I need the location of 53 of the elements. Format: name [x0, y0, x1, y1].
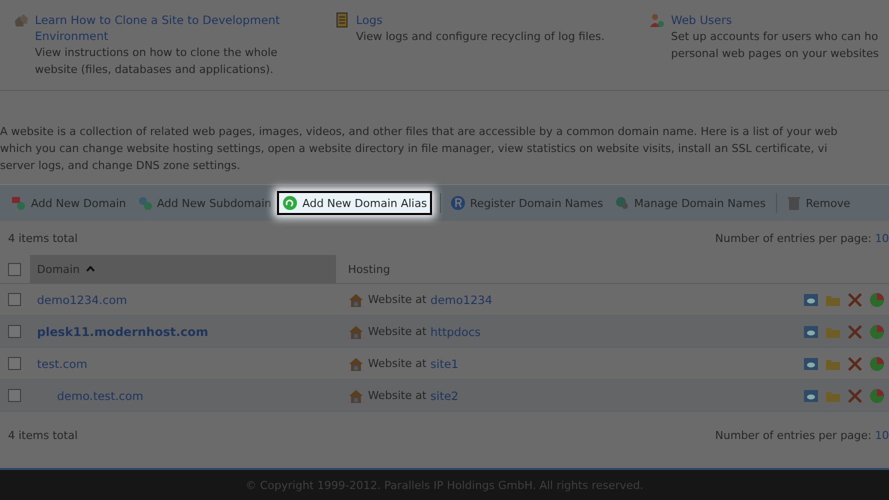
task-link[interactable]: Web Users: [671, 12, 879, 28]
row-checkbox[interactable]: [8, 357, 21, 370]
letter-r-icon: [450, 195, 466, 211]
pie-chart-icon: [869, 356, 885, 372]
column-header[interactable]: Hosting: [336, 255, 889, 283]
pie-chart-icon: [869, 388, 885, 404]
task-description: View logs and configure recycling of log files.: [356, 29, 605, 45]
toolbar-button[interactable]: Add New Domain: [6, 191, 131, 215]
entries-label: Number of entries per page:: [715, 428, 872, 442]
browser-eye-icon: [803, 324, 819, 340]
row-checkbox[interactable]: [8, 325, 21, 338]
hosting-link[interactable]: demo1234: [430, 292, 492, 306]
browser-eye-icon: [803, 292, 819, 308]
row-checkbox[interactable]: [8, 293, 21, 306]
toolbar-button[interactable]: Add New Subdomain: [132, 191, 276, 215]
pie-chart-icon: [869, 292, 885, 308]
entries-label: Number of entries per page:: [715, 232, 872, 244]
hosting-link[interactable]: site2: [430, 388, 458, 402]
toolbar-button[interactable]: Manage Domain Names: [609, 191, 771, 215]
items-total: 4 items total: [8, 428, 78, 442]
hosting-link[interactable]: httpdocs: [430, 324, 481, 338]
house-icon: [348, 356, 364, 372]
domain-link[interactable]: test.com: [30, 356, 336, 370]
toolbar-button[interactable]: Remove: [780, 191, 856, 215]
items-total: 4 items total: [8, 232, 78, 244]
house-icon: [348, 324, 364, 340]
hosting-label: Website at: [368, 389, 426, 402]
toolbar-button[interactable]: Register Domain Names: [444, 191, 608, 215]
house-icon: [348, 388, 364, 404]
toolbar-button[interactable]: Add New Domain Alias: [277, 191, 432, 215]
entries-link[interactable]: 10: [875, 232, 889, 244]
hosting-link[interactable]: site1: [430, 356, 458, 370]
domain-link[interactable]: demo1234.com: [30, 292, 336, 306]
domain-link[interactable]: demo.test.com: [30, 388, 336, 402]
browser-eye-icon: [803, 356, 819, 372]
task-link[interactable]: Learn How to Clone a Site to Development Environment: [34, 12, 334, 44]
task-description: Set up accounts for users who can ho personal web pages on your websites: [671, 29, 879, 62]
hosting-label: Website at: [368, 293, 426, 306]
select-all-checkbox[interactable]: [8, 262, 21, 276]
house-icon: [348, 292, 364, 308]
browser-eye-icon: [803, 388, 819, 404]
notepad-icon: [334, 12, 350, 28]
row-checkbox[interactable]: [8, 389, 21, 402]
pie-chart-icon: [869, 324, 885, 340]
hosting-label: Website at: [368, 325, 426, 338]
hosting-label: Website at: [368, 357, 426, 370]
task-link[interactable]: Logs: [356, 12, 605, 28]
domain-link[interactable]: plesk11.modernhost.com: [30, 324, 336, 338]
intro-paragraph: A website is a collection of related web pages, images, videos, and other files that are accessible by a common domain name. Here is a list of your web which you can change website hosting settings, open a website directory in file manager, view statistics on website visits, install an SSL certificate, vi server logs, and change DNS zone settings.: [0, 124, 838, 174]
trash-icon: [786, 195, 802, 211]
task-description: View instructions on how to clone the whole website (files, databases and applications).: [34, 45, 278, 78]
entries-link[interactable]: 10: [875, 428, 889, 442]
user-globe-icon: [649, 12, 665, 28]
